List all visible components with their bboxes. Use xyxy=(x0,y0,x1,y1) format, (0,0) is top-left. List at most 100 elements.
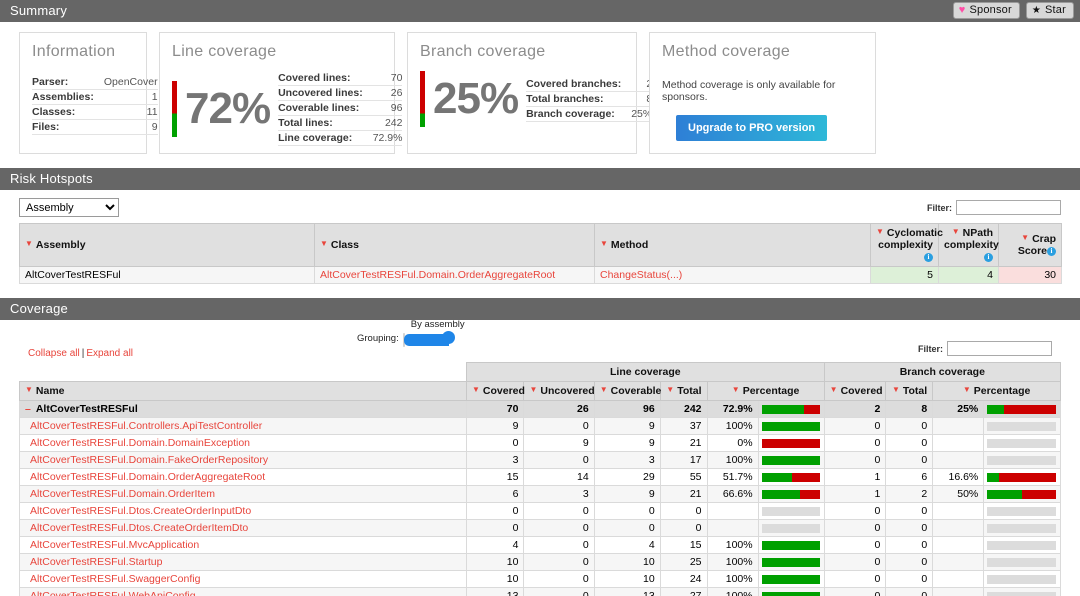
method-coverage-card-title: Method coverage xyxy=(662,43,791,60)
cov-col-line-covered[interactable]: ▼ Covered xyxy=(465,381,525,401)
coverage-cell-name[interactable]: AltCoverTestRESFul.MvcApplication xyxy=(19,536,467,554)
cov-col-branch-percentage[interactable]: ▼ Percentage xyxy=(932,381,1061,401)
rh-col-crap[interactable]: ▼ Crap Score i xyxy=(998,223,1062,267)
coverage-bar-covered xyxy=(761,472,792,482)
coverage-cell-branch-bar xyxy=(983,519,1061,537)
info-icon[interactable]: i xyxy=(924,253,933,262)
coverage-cell-line-total: 0 xyxy=(659,519,708,537)
coverage-table-row: AltCoverTestRESFul.Dtos.CreateOrderItemD… xyxy=(19,519,1061,537)
grouping-label: Grouping: xyxy=(357,333,399,344)
coverage-class-link[interactable]: AltCoverTestRESFul.Dtos.CreateOrderInput… xyxy=(30,505,251,517)
summary-cards: Information Parser: OpenCover Assemblies: 1… xyxy=(10,22,1070,168)
cov-col-line-total-label: Total xyxy=(677,385,702,397)
rh-cell-class[interactable]: AltCoverTestRESFul.Domain.OrderAggregate… xyxy=(314,266,595,284)
coverage-body: Collapse all | Expand all Grouping: By ass… xyxy=(0,319,1080,596)
coverage-class-link[interactable]: AltCoverTestRESFul.Domain.FakeOrderRepos… xyxy=(30,454,268,466)
information-key: Parser: xyxy=(32,75,94,90)
coverage-class-link[interactable]: AltCoverTestRESFul.Controllers.ApiTestCo… xyxy=(30,420,262,432)
coverage-cell-line-uncovered: 9 xyxy=(523,434,595,452)
cov-col-branch-covered[interactable]: ▼ Covered xyxy=(823,381,887,401)
info-icon[interactable]: i xyxy=(1047,247,1056,256)
cov-col-line-total[interactable]: ▼ Total xyxy=(659,381,708,401)
rh-col-npath[interactable]: ▼ NPath complexityi xyxy=(938,223,999,267)
cov-col-line-percentage[interactable]: ▼ Percentage xyxy=(706,381,825,401)
sort-desc-icon: ▼ xyxy=(599,385,608,394)
coverage-cell-line-coverable: 0 xyxy=(593,519,661,537)
rh-col-cyclomatic[interactable]: ▼ Cyclomatic complexity i xyxy=(870,223,943,267)
expand-all-link[interactable]: Expand all xyxy=(86,348,133,359)
rh-col-method[interactable]: ▼ Method xyxy=(594,223,871,267)
cov-spacer xyxy=(20,363,467,382)
coverage-table-row: AltCoverTestRESFul.Domain.OrderItem 6 3 9 21… xyxy=(19,485,1061,503)
coverage-class-link[interactable]: AltCoverTestRESFul.MvcApplication xyxy=(30,539,199,551)
coverage-class-link[interactable]: AltCoverTestRESFul.Domain.OrderAggregate… xyxy=(30,471,265,483)
coverage-cell-name[interactable]: AltCoverTestRESFul.Domain.OrderAggregate… xyxy=(19,468,467,486)
coverage-cell-branch-bar xyxy=(983,400,1061,418)
information-row: Classes: 11 xyxy=(32,104,158,120)
collapse-toggle-icon[interactable]: – xyxy=(25,403,31,415)
rh-col-assembly[interactable]: ▼ Assembly xyxy=(19,223,315,267)
coverage-cell-name[interactable]: – AltCoverTestRESFul xyxy=(19,400,467,418)
coverage-cell-line-coverable: 9 xyxy=(593,417,661,435)
coverage-filter-input[interactable] xyxy=(947,341,1052,356)
coverage-cell-name[interactable]: AltCoverTestRESFul.Domain.DomainExceptio… xyxy=(19,434,467,452)
slider-knob[interactable] xyxy=(441,331,455,344)
line-coverage-stats: Covered lines: 70 Uncovered lines: 26 Covera… xyxy=(278,71,403,146)
coverage-cell-name[interactable]: AltCoverTestRESFul.Startup xyxy=(19,553,467,571)
coverage-class-link[interactable]: AltCoverTestRESFul.Domain.DomainExceptio… xyxy=(30,437,250,449)
coverage-bar xyxy=(987,540,1056,550)
coverage-cell-name[interactable]: AltCoverTestRESFul.Controllers.ApiTestCo… xyxy=(19,417,467,435)
slider-track[interactable] xyxy=(402,331,455,347)
coverage-bar-covered xyxy=(761,557,820,567)
coverage-bar xyxy=(761,557,820,567)
coverage-class-link[interactable]: AltCoverTestRESFul.Startup xyxy=(30,556,162,568)
risk-hotspots-assembly-select[interactable]: Assembly xyxy=(19,198,119,217)
sort-desc-icon: ▼ xyxy=(529,385,538,394)
information-row: Parser: OpenCover xyxy=(32,75,158,90)
upgrade-to-pro-button[interactable]: Upgrade to PRO version xyxy=(676,115,828,141)
coverage-cell-name[interactable]: AltCoverTestRESFul.Dtos.CreateOrderInput… xyxy=(19,502,467,520)
cov-col-name[interactable]: ▼ Name xyxy=(19,381,467,401)
coverage-cell-name[interactable]: AltCoverTestRESFul.SwaggerConfig xyxy=(19,570,467,588)
line-gauge-icon xyxy=(172,80,177,137)
risk-hotspots-filter-input[interactable] xyxy=(956,200,1061,215)
coverage-class-link[interactable]: AltCoverTestRESFul.Domain.OrderItem xyxy=(30,488,215,500)
coverage-bar xyxy=(987,557,1056,567)
coverage-bar xyxy=(987,472,1056,482)
coverage-class-link[interactable]: AltCoverTestRESFul.WebApiConfig xyxy=(30,590,196,596)
rh-cell-method-link[interactable]: ChangeStatus(...) xyxy=(600,269,682,281)
coverage-filter-label: Filter: xyxy=(917,343,943,354)
star-label: Star xyxy=(1045,4,1066,16)
coverage-cell-name[interactable]: AltCoverTestRESFul.Domain.OrderItem xyxy=(19,485,467,503)
coverage-cell-name[interactable]: AltCoverTestRESFul.WebApiConfig xyxy=(19,587,467,596)
collapse-all-link[interactable]: Collapse all xyxy=(28,348,80,359)
rh-cell-class-link[interactable]: AltCoverTestRESFul.Domain.OrderAggregate… xyxy=(320,269,555,281)
coverage-class-link[interactable]: AltCoverTestRESFul.Dtos.CreateOrderItemD… xyxy=(30,522,248,534)
info-icon[interactable]: i xyxy=(984,253,993,262)
rh-cell-method[interactable]: ChangeStatus(...) xyxy=(594,266,871,284)
sponsor-button[interactable]: ♥ Sponsor xyxy=(952,2,1020,19)
grouping-slider[interactable]: By assembly xyxy=(402,319,523,347)
coverage-class-link[interactable]: AltCoverTestRESFul.SwaggerConfig xyxy=(30,573,200,585)
cov-col-branch-total[interactable]: ▼ Total xyxy=(885,381,934,401)
coverage-cell-name[interactable]: AltCoverTestRESFul.Dtos.CreateOrderItemD… xyxy=(19,519,467,537)
coverage-cell-branch-total: 0 xyxy=(885,553,934,571)
branch-coverage-value: 2 xyxy=(621,76,653,92)
coverage-report-page: Summary ♥ Sponsor ★ Star Information Par… xyxy=(0,0,1080,596)
coverage-bar xyxy=(987,404,1056,414)
coverage-cell-name[interactable]: AltCoverTestRESFul.Domain.FakeOrderRepos… xyxy=(19,451,467,469)
cov-col-line-coverable[interactable]: ▼ Coverable xyxy=(593,381,661,401)
rh-cell-cyclomatic: 5 xyxy=(870,266,939,284)
risk-hotspots-filter: Filter: xyxy=(927,200,1070,215)
coverage-bar xyxy=(761,591,820,596)
coverage-bar xyxy=(761,489,820,499)
rh-col-class[interactable]: ▼ Class xyxy=(314,223,595,267)
star-button[interactable]: ★ Star xyxy=(1025,2,1074,19)
sponsor-label: Sponsor xyxy=(969,4,1012,16)
coverage-bar xyxy=(987,574,1056,584)
coverage-bar-covered xyxy=(761,421,820,431)
link-separator: | xyxy=(81,348,85,359)
coverage-cell-branch-bar xyxy=(983,451,1061,469)
coverage-expand-links: Collapse all | Expand all xyxy=(28,348,133,359)
cov-col-line-uncovered[interactable]: ▼ Uncovered xyxy=(523,381,595,401)
